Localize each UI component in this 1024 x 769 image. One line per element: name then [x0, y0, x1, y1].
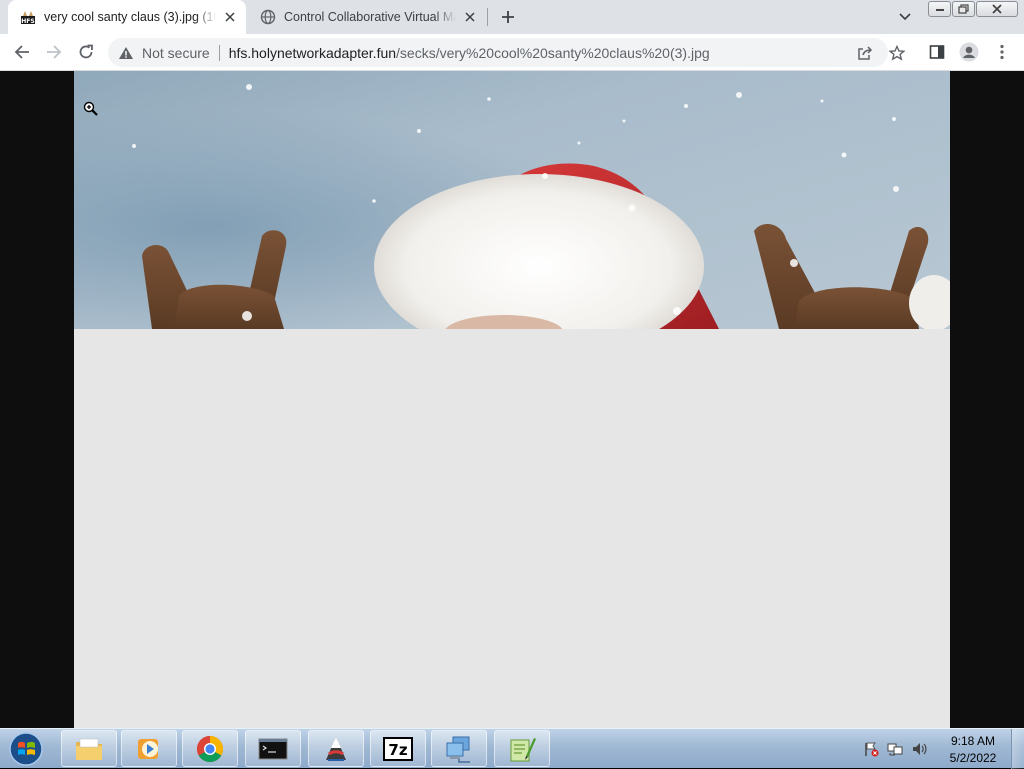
- hfs-icon: HFS: [20, 9, 36, 25]
- volume-icon[interactable]: [910, 740, 928, 758]
- network-icon[interactable]: [431, 730, 487, 767]
- cmd-icon[interactable]: [245, 730, 301, 767]
- chrome-icon[interactable]: [182, 730, 238, 767]
- chevron-down-icon[interactable]: [896, 8, 914, 26]
- omnibox-divider: [218, 44, 220, 61]
- warning-icon[interactable]: [118, 45, 134, 61]
- tab-active-image[interactable]: HFS very cool santy claus (3).jpg (102: [8, 0, 246, 34]
- back-arrow-icon[interactable]: [12, 42, 32, 62]
- url-text[interactable]: hfs.holynetworkadapter.fun/secks/very%20…: [229, 45, 710, 61]
- menu-kebab-icon[interactable]: [992, 42, 1012, 62]
- file-explorer-icon[interactable]: [61, 730, 117, 767]
- media-player-icon[interactable]: [121, 730, 177, 767]
- security-label[interactable]: Not secure: [142, 45, 210, 61]
- start-button[interactable]: [6, 731, 46, 767]
- reload-icon[interactable]: [76, 42, 96, 62]
- clock[interactable]: 9:18 AM 5/2/2022: [940, 733, 1006, 767]
- santa-image[interactable]: [74, 71, 950, 329]
- tab-title: Control Collaborative Virtual Mac: [284, 10, 456, 24]
- profile-avatar-icon[interactable]: [959, 42, 979, 62]
- tab-virtual-machine[interactable]: Control Collaborative Virtual Mac: [248, 0, 486, 34]
- clock-time: 9:18 AM: [950, 734, 996, 748]
- close-icon[interactable]: [976, 1, 1018, 17]
- address-bar[interactable]: Not secure hfs.holynetworkadapter.fun/se…: [108, 38, 905, 67]
- tab-separator: [487, 8, 488, 26]
- image-viewer-background: [74, 329, 950, 728]
- notepadpp-icon[interactable]: [494, 730, 550, 767]
- forward-arrow-icon[interactable]: [44, 42, 64, 62]
- maximize-icon[interactable]: [952, 1, 975, 17]
- zoom-in-cursor-icon: [83, 101, 99, 117]
- tab-title: very cool santy claus (3).jpg (102: [44, 10, 216, 24]
- tab-close-icon[interactable]: [462, 9, 478, 25]
- minimize-icon[interactable]: [928, 1, 951, 17]
- network-tray-icon[interactable]: [886, 740, 904, 758]
- bookmark-star-icon[interactable]: [888, 44, 906, 62]
- url-host: hfs.holynetworkadapter.fun: [228, 44, 397, 61]
- clock-date: 5/2/2022: [949, 751, 997, 765]
- system-tray: [862, 737, 934, 761]
- 7zip-icon[interactable]: 7z: [370, 730, 426, 767]
- java-icon[interactable]: [308, 730, 364, 767]
- tab-strip: HFS very cool santy claus (3).jpg (102 C…: [0, 0, 1024, 34]
- tab-close-icon[interactable]: [222, 9, 238, 25]
- page-viewport: [0, 71, 1024, 728]
- svg-text:HFS: HFS: [21, 18, 34, 25]
- action-center-flag-icon[interactable]: [862, 740, 880, 758]
- windows-taskbar: 7z 9:18 AM 5/2/2022: [0, 728, 1024, 769]
- share-icon[interactable]: [856, 44, 874, 62]
- url-path: /secks/very%20cool%20santy%20claus%20(3)…: [396, 44, 710, 61]
- svg-text:7z: 7z: [388, 741, 407, 759]
- plus-icon[interactable]: [498, 7, 518, 27]
- browser-toolbar: Not secure hfs.holynetworkadapter.fun/se…: [0, 34, 1024, 71]
- show-desktop-button[interactable]: [1011, 729, 1024, 769]
- globe-icon: [260, 9, 276, 25]
- side-panel-icon[interactable]: [927, 42, 947, 62]
